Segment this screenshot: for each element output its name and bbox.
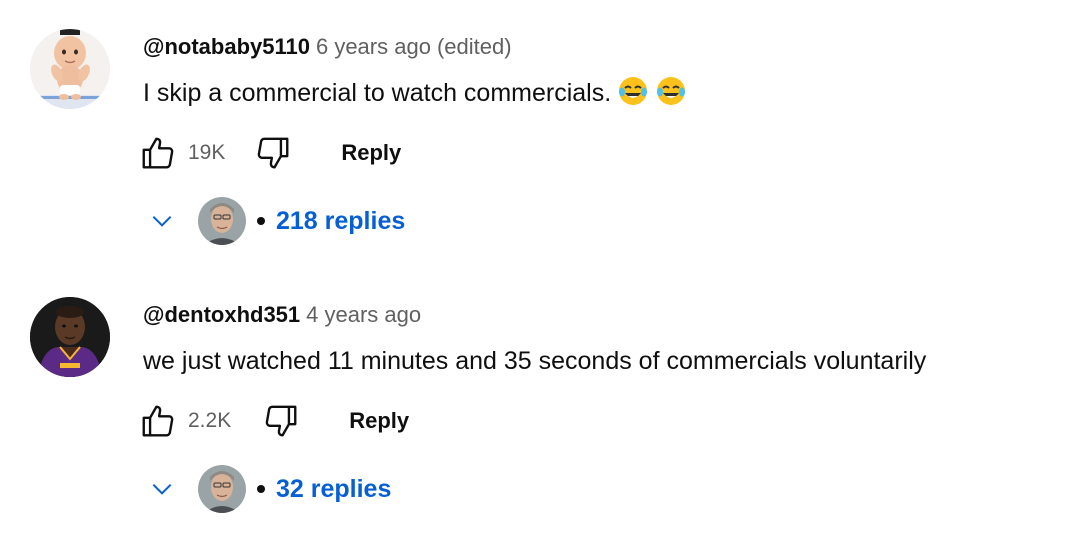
comment-body: we just watched 11 minutes and 35 second… [143, 347, 927, 375]
avatar[interactable] [30, 297, 110, 377]
face-with-tears-of-joy-icon [657, 77, 686, 105]
comment-thread: @dentoxhd351 4 years ago we just watched … [0, 268, 1072, 536]
thumbs-up-icon [142, 137, 174, 169]
author-name[interactable]: @notababy5110 [143, 34, 310, 59]
view-replies-button[interactable]: 32 replies [144, 464, 391, 514]
reply-button[interactable]: Reply [341, 140, 401, 166]
thumbs-down-icon [258, 137, 289, 169]
comment-actions: 19K Reply [136, 133, 401, 173]
creator-avatar [198, 465, 246, 513]
comment-header: @dentoxhd351 4 years ago [143, 300, 421, 330]
reply-button[interactable]: Reply [349, 408, 409, 434]
like-count: 2.2K [188, 409, 232, 432]
author-name[interactable]: @dentoxhd351 [143, 302, 300, 327]
comment-body: I skip a commercial to watch commercials… [143, 79, 612, 107]
view-replies-button[interactable]: 218 replies [144, 196, 405, 246]
separator-dot [257, 485, 265, 493]
face-with-tears-of-joy-icon [619, 77, 648, 105]
edited-label: (edited) [436, 34, 512, 59]
like-count: 19K [188, 141, 226, 164]
baby-avatar-image [30, 29, 110, 109]
like-button[interactable] [136, 133, 180, 173]
chevron-down-icon [144, 203, 180, 239]
comment-timestamp[interactable]: 6 years ago [316, 34, 431, 59]
thumbs-up-icon [142, 405, 174, 437]
comment-text: I skip a commercial to watch commercials… [143, 74, 687, 112]
creator-avatar [198, 197, 246, 245]
dislike-button[interactable] [251, 133, 295, 173]
comment-thread: @notababy5110 6 years ago (edited) I skip … [0, 0, 1072, 268]
comment-timestamp[interactable]: 4 years ago [306, 302, 421, 327]
dislike-button[interactable] [259, 401, 303, 441]
comment-header: @notababy5110 6 years ago (edited) [143, 32, 512, 62]
replies-count-label[interactable]: 32 replies [276, 475, 391, 504]
comment-text: we just watched 11 minutes and 35 second… [143, 342, 926, 380]
comment-actions: 2.2K Reply [136, 401, 409, 441]
basketball-player-avatar-image [30, 297, 110, 377]
thumbs-down-icon [265, 405, 297, 437]
like-button[interactable] [136, 401, 180, 441]
replies-count-label[interactable]: 218 replies [276, 207, 405, 236]
avatar[interactable] [30, 29, 110, 109]
chevron-down-icon [144, 471, 180, 507]
separator-dot [257, 217, 265, 225]
